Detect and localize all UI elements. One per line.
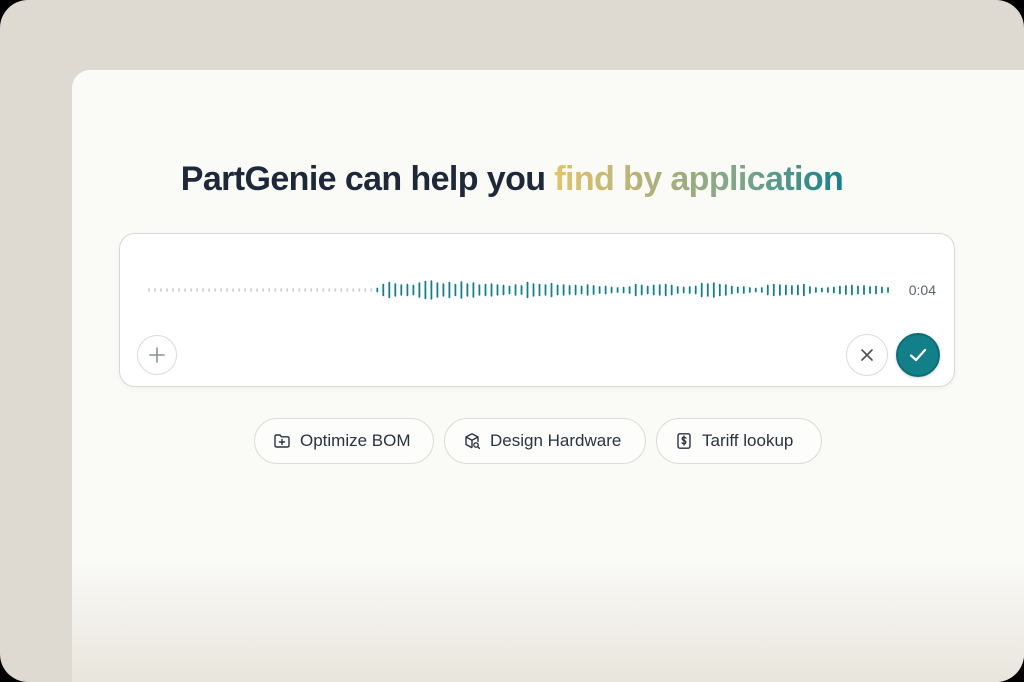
recording-timer: 0:04 [908,282,936,298]
chip-label: Design Hardware [490,431,622,450]
confirm-recording-button[interactable] [896,333,940,377]
close-icon [861,349,873,361]
suggestion-chips: Optimize BOM Design Hardware Tariff look… [0,418,1024,464]
audio-waveform [148,280,889,300]
chip-optimize-bom[interactable]: Optimize BOM [254,418,434,464]
plus-icon [149,347,165,363]
voice-input-card: 0:04 [119,233,955,387]
check-icon [909,348,927,362]
bottom-fade [72,560,1024,682]
chip-label: Tariff lookup [702,431,794,450]
headline-accent: find by application [554,160,844,198]
chip-design-hardware[interactable]: Design Hardware [444,418,646,464]
app-window: PartGenie can help you find by applicati… [0,0,1024,682]
headline-prefix: PartGenie can help you [180,160,555,198]
package-search-icon [463,432,481,450]
cancel-recording-button[interactable] [846,334,888,376]
page-headline: PartGenie can help you find by applicati… [0,160,1024,199]
dollar-receipt-icon [675,432,693,450]
add-attachment-button[interactable] [137,335,177,375]
folder-plus-icon [273,432,291,450]
chip-label: Optimize BOM [300,431,411,450]
chip-tariff-lookup[interactable]: Tariff lookup [656,418,822,464]
